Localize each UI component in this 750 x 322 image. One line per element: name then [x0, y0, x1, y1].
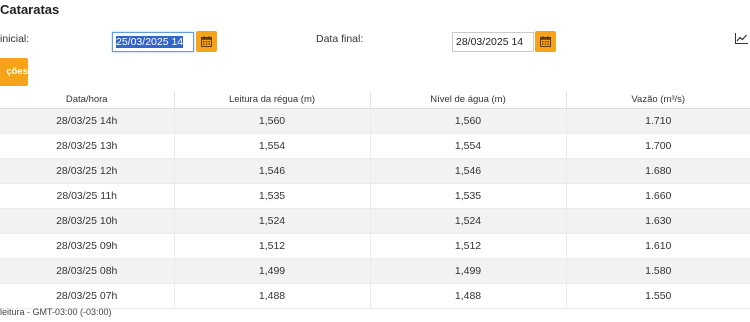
column-header-gauge-reading[interactable]: Leitura da régua (m) — [174, 91, 371, 109]
action-button[interactable]: ções — [0, 58, 28, 86]
table-row: 28/03/25 11h 1,535 1,535 1.660 — [0, 183, 750, 209]
cell-gauge-reading: 1,499 — [174, 258, 371, 284]
page-title: Cataratas — [0, 2, 60, 17]
start-date-value: 25/03/2025 14 — [116, 36, 184, 48]
cell-datetime: 28/03/25 10h — [0, 208, 175, 234]
cell-flow: 1.710 — [566, 108, 750, 134]
cell-water-level: 1,546 — [370, 158, 567, 184]
cell-water-level: 1,535 — [370, 183, 567, 209]
cell-flow: 1.660 — [566, 183, 750, 209]
start-date-label: inicial: — [0, 33, 30, 45]
cell-gauge-reading: 1,524 — [174, 208, 371, 234]
cell-flow: 1.610 — [566, 233, 750, 259]
end-date-label: Data final: — [316, 33, 364, 45]
table-row: 28/03/25 08h 1,499 1,499 1.580 — [0, 258, 750, 284]
calendar-icon — [201, 36, 212, 47]
line-chart-icon[interactable] — [735, 33, 748, 44]
timezone-footnote: leitura - GMT-03:00 (-03:00) — [0, 307, 112, 317]
table-row: 28/03/25 09h 1,512 1,512 1.610 — [0, 233, 750, 259]
cell-gauge-reading: 1,560 — [174, 108, 371, 134]
end-date-input[interactable]: 28/03/2025 14 — [452, 32, 534, 52]
table-row: 28/03/25 14h 1,560 1,560 1.710 — [0, 108, 750, 134]
start-date-calendar-button[interactable] — [196, 31, 217, 52]
cell-flow: 1.700 — [566, 133, 750, 159]
cell-datetime: 28/03/25 12h — [0, 158, 175, 184]
cell-water-level: 1,560 — [370, 108, 567, 134]
column-header-datetime[interactable]: Data/hora — [0, 91, 175, 109]
cell-water-level: 1,512 — [370, 233, 567, 259]
cell-gauge-reading: 1,554 — [174, 133, 371, 159]
cell-gauge-reading: 1,546 — [174, 158, 371, 184]
cell-flow: 1.580 — [566, 258, 750, 284]
calendar-icon — [540, 36, 551, 47]
column-header-flow[interactable]: Vazão (m³/s) — [566, 91, 750, 109]
cell-water-level: 1,499 — [370, 258, 567, 284]
readings-table: Data/hora Leitura da régua (m) Nível de … — [0, 91, 750, 309]
cell-gauge-reading: 1,488 — [174, 283, 371, 309]
cell-water-level: 1,554 — [370, 133, 567, 159]
cell-datetime: 28/03/25 08h — [0, 258, 175, 284]
end-date-calendar-button[interactable] — [535, 31, 556, 52]
cell-datetime: 28/03/25 09h — [0, 233, 175, 259]
table-row: 28/03/25 12h 1,546 1,546 1.680 — [0, 158, 750, 184]
table-row: 28/03/25 07h 1,488 1,488 1.550 — [0, 283, 750, 309]
cell-water-level: 1,524 — [370, 208, 567, 234]
cell-datetime: 28/03/25 14h — [0, 108, 175, 134]
column-header-water-level[interactable]: Nível de água (m) — [370, 91, 567, 109]
end-date-value: 28/03/2025 14 — [456, 36, 524, 48]
cell-datetime: 28/03/25 13h — [0, 133, 175, 159]
cell-flow: 1.680 — [566, 158, 750, 184]
cell-gauge-reading: 1,535 — [174, 183, 371, 209]
start-date-input[interactable]: 25/03/2025 14 — [112, 32, 194, 52]
cell-gauge-reading: 1,512 — [174, 233, 371, 259]
cell-water-level: 1,488 — [370, 283, 567, 309]
table-header-row: Data/hora Leitura da régua (m) Nível de … — [0, 91, 750, 109]
table-row: 28/03/25 13h 1,554 1,554 1.700 — [0, 133, 750, 159]
table-row: 28/03/25 10h 1,524 1,524 1.630 — [0, 208, 750, 234]
cell-flow: 1.630 — [566, 208, 750, 234]
cell-flow: 1.550 — [566, 283, 750, 309]
cell-datetime: 28/03/25 11h — [0, 183, 175, 209]
cell-datetime: 28/03/25 07h — [0, 283, 175, 309]
